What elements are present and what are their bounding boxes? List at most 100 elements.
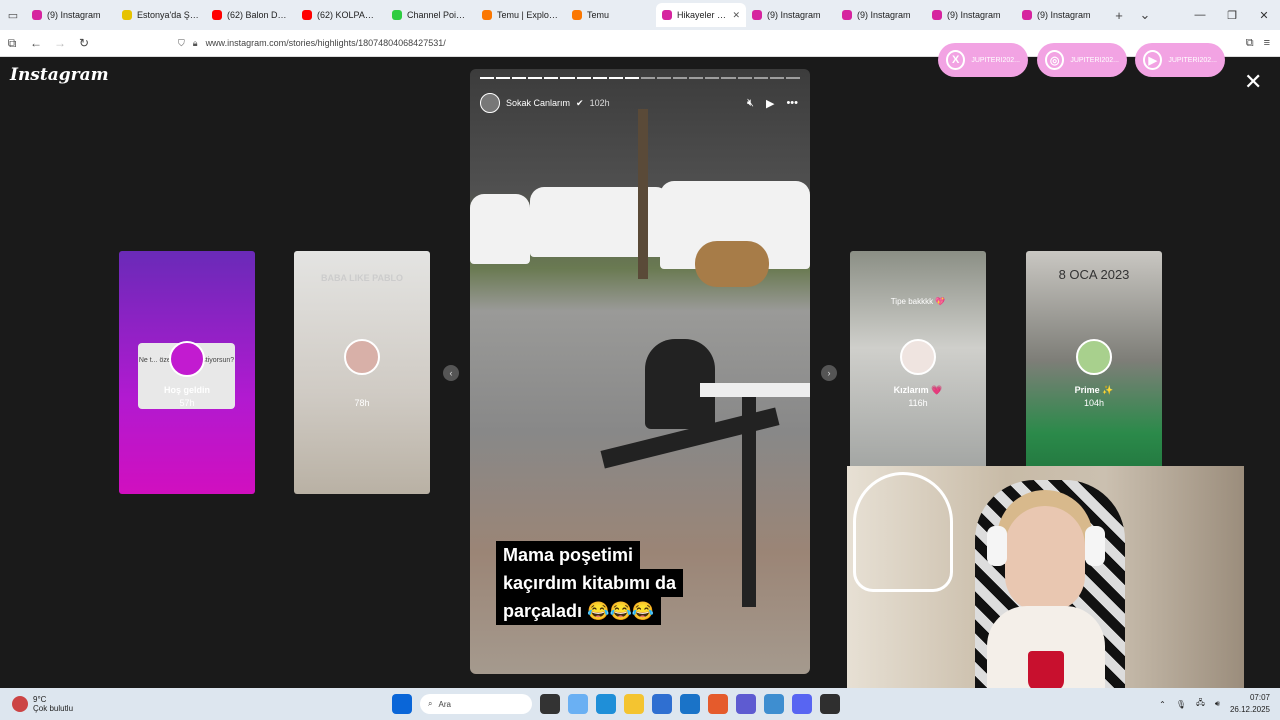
parked-car [530, 187, 670, 257]
story-username[interactable]: Sokak Canlarım [506, 98, 570, 108]
dog [695, 241, 769, 287]
table-top [700, 383, 810, 397]
lock-icon: 🔒︎ [192, 37, 198, 48]
chevron-up-icon[interactable]: ⌃ [1159, 700, 1166, 709]
close-window-button[interactable]: ✕ [1248, 9, 1280, 22]
browser-tab[interactable]: Temu | Explore th [476, 3, 566, 27]
microphone-icon[interactable]: 🎙︎ [1176, 700, 1186, 709]
mute-icon[interactable]: 🔇︎ [747, 97, 754, 110]
edge-icon[interactable] [596, 694, 616, 714]
browser-tab[interactable]: Temu [566, 3, 656, 27]
maximize-button[interactable]: ❐ [1216, 9, 1248, 22]
tab-list-button[interactable]: ⌄ [1132, 7, 1158, 23]
progress-segment [544, 77, 559, 79]
tab-label: Temu | Explore th [497, 10, 560, 20]
play-icon[interactable]: ▶ [766, 97, 774, 110]
extensions-icon[interactable]: ⧉ [1246, 37, 1254, 50]
instagram-stories-page: Instagram X JUPITERI202... ◎ JUPITERI202...… [0, 43, 1280, 688]
progress-segment [608, 77, 623, 79]
thumbnail-time: 104h [1083, 398, 1105, 408]
close-tab-icon[interactable]: ✕ [732, 10, 740, 21]
previous-story-arrow[interactable]: ‹ [443, 365, 459, 381]
next-story-arrow[interactable]: › [821, 365, 837, 381]
browser-tab[interactable]: Hikayeler • Inst ✕ [656, 3, 746, 27]
minimize-button[interactable]: — [1184, 9, 1216, 22]
streamer-face [1005, 506, 1085, 612]
story-controls: 🔇︎ ▶ ••• [747, 97, 798, 110]
red-cup [1028, 651, 1064, 688]
teams-icon[interactable] [736, 694, 756, 714]
url-field[interactable]: ⛉ 🔒︎ www.instagram.com/stories/highlight… [178, 38, 446, 49]
browser-tab[interactable]: (9) Instagram [926, 3, 1016, 27]
outlook-icon[interactable] [680, 694, 700, 714]
discord-icon[interactable] [792, 694, 812, 714]
reload-button[interactable]: ↻ [72, 36, 96, 50]
progress-segment [721, 77, 736, 79]
instagram-logo[interactable]: Instagram [10, 65, 109, 85]
avatar [1076, 339, 1112, 375]
highlight-thumbnail-prime[interactable]: 8 OCA 2023 Prime ✨ 104h [1026, 251, 1162, 494]
avatar [344, 339, 380, 375]
browser-tab[interactable]: (9) Instagram [746, 3, 836, 27]
highlight-thumbnail-hos-geldin[interactable]: Ne t... özel İçe... ek istiyorsun? Hoş g… [119, 251, 255, 494]
social-handle: JUPITERI202... [1168, 56, 1217, 64]
x-icon: X [946, 50, 966, 70]
thumbnail-time: 116h [908, 398, 928, 408]
taskbar-search[interactable]: ⌕ Ara [420, 694, 532, 714]
file-explorer-icon[interactable] [624, 694, 644, 714]
settings-icon[interactable] [764, 694, 784, 714]
weather-desc: Çok bulutlu [33, 704, 74, 713]
start-button[interactable] [392, 694, 412, 714]
collections-icon[interactable]: ⧉ [0, 36, 24, 51]
highlight-thumbnail-2[interactable]: BABA LIKE PABLO 78h [294, 251, 430, 494]
more-options-icon[interactable]: ••• [786, 97, 798, 110]
browser-tab[interactable]: (9) Instagram [1016, 3, 1106, 27]
story-caption-line-1: Mama poşetimi [496, 541, 641, 569]
obs-icon[interactable] [820, 694, 840, 714]
forward-button[interactable]: → [48, 36, 72, 50]
thumbnail-name: Kızlarım 💗 [893, 385, 943, 395]
tab-label: (9) Instagram [767, 10, 821, 20]
thumbnail-name: Hoş geldin [163, 385, 210, 395]
highlight-thumbnail-kizlarim[interactable]: Tipe bakkkk 💖 Kızlarım 💗 116h [850, 251, 986, 494]
store-icon[interactable] [652, 694, 672, 714]
weather-temp: 9°C [33, 695, 47, 704]
taskbar-apps: ⌕ Ara [392, 694, 840, 714]
network-icon[interactable]: 🖧︎ [1196, 697, 1205, 711]
tab-label: (9) Instagram [47, 10, 101, 20]
browser-tab[interactable]: Channel Points - [386, 3, 476, 27]
progress-segment [496, 77, 511, 79]
tab-label: (62) Balon Date S [227, 10, 290, 20]
copilot-icon[interactable] [568, 694, 588, 714]
windows-taskbar: 9°C Çok bulutlu ⌕ Ara ⌃ 🎙︎ 🖧︎ 🔊︎ 07:07 2… [0, 688, 1280, 720]
browser-tab[interactable]: (9) Instagram [836, 3, 926, 27]
firefox-icon[interactable] [708, 694, 728, 714]
task-view-icon[interactable] [540, 694, 560, 714]
new-tab-button[interactable]: + [1106, 8, 1132, 23]
browser-tab[interactable]: (9) Instagram [26, 3, 116, 27]
clock[interactable]: 07:07 26.12.2025 [1230, 692, 1270, 716]
browser-tab[interactable]: (62) KOLPAÇINO [296, 3, 386, 27]
story-avatar[interactable] [480, 93, 500, 113]
window-controls: — ❐ ✕ [1184, 9, 1280, 22]
tab-favicon-icon [122, 10, 132, 20]
back-button[interactable]: ← [24, 36, 48, 50]
weather-widget[interactable]: 9°C Çok bulutlu [0, 695, 73, 713]
progress-segment [689, 77, 704, 79]
youtube-icon: ▶ [1143, 50, 1163, 70]
tab-favicon-icon [392, 10, 402, 20]
menu-icon[interactable]: ≡ [1264, 37, 1270, 50]
clock-date: 26.12.2025 [1229, 705, 1270, 714]
tab-actions-icon[interactable]: ▭ [0, 0, 26, 30]
close-stories-icon[interactable]: ✕ [1244, 69, 1262, 95]
browser-tab[interactable]: Estonya'da Şirket [116, 3, 206, 27]
story-caption-line-2: kaçırdım kitabımı da [496, 569, 684, 597]
browser-tab[interactable]: (62) Balon Date S [206, 3, 296, 27]
progress-segment [624, 77, 639, 79]
progress-segment [737, 77, 752, 79]
parked-car [470, 194, 530, 264]
shield-icon: ⛉ [178, 37, 185, 48]
story-viewer[interactable]: Sokak Canlarım ✔ 102h 🔇︎ ▶ ••• Mama poşe… [470, 69, 810, 674]
volume-icon[interactable]: 🔊︎ [1215, 699, 1220, 709]
social-pill: X JUPITERI202... [938, 43, 1028, 77]
